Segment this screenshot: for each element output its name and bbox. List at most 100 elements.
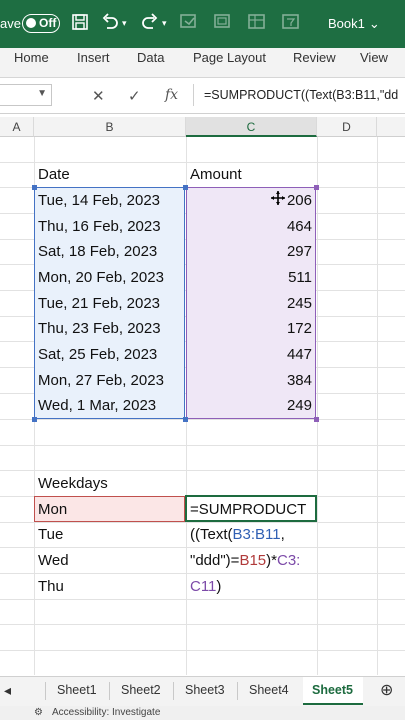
- tab-home[interactable]: Home: [14, 50, 49, 65]
- sheet-tab-5[interactable]: Sheet5: [312, 683, 353, 697]
- tab-view[interactable]: View: [360, 50, 388, 65]
- grid-line: [377, 137, 378, 675]
- range-handle[interactable]: [32, 417, 37, 422]
- grid-line: [0, 599, 405, 600]
- amount-cell[interactable]: 249: [190, 393, 312, 418]
- tab-divider: [173, 682, 174, 700]
- formula-edit-line[interactable]: C11): [190, 574, 221, 599]
- formula-token: "ddd")=: [190, 552, 240, 569]
- sheet-tab-4[interactable]: Sheet4: [249, 683, 289, 697]
- weekday-cell[interactable]: Tue: [38, 522, 63, 547]
- redo-icon[interactable]: [140, 12, 162, 34]
- toggle-knob: [26, 18, 36, 28]
- formula-ref-b3-b11: B3:B11: [232, 526, 281, 543]
- tab-review[interactable]: Review: [293, 50, 336, 65]
- tab-page-layout[interactable]: Page Layout: [193, 50, 266, 65]
- date-cell[interactable]: Tue, 14 Feb, 2023: [38, 188, 160, 213]
- tab-divider: [237, 682, 238, 700]
- weekday-cell[interactable]: Wed: [38, 548, 69, 573]
- date-cell[interactable]: Thu, 23 Feb, 2023: [38, 316, 161, 341]
- scroll-left-icon[interactable]: ◂: [4, 682, 11, 699]
- formula-bar: ▼ ✕ ✓ fx =SUMPRODUCT((Text(B3:B11,"dd: [0, 78, 405, 114]
- column-header-b[interactable]: B: [34, 117, 186, 137]
- formula-bar-separator: [193, 84, 194, 106]
- amount-cell[interactable]: 172: [190, 316, 312, 341]
- amount-cell[interactable]: 384: [190, 368, 312, 393]
- amount-cell[interactable]: 245: [190, 291, 312, 316]
- accessibility-status[interactable]: Accessibility: Investigate: [52, 707, 160, 718]
- date-cell[interactable]: Sat, 25 Feb, 2023: [38, 342, 157, 367]
- cell-c2-header[interactable]: Amount: [190, 162, 242, 187]
- tab-divider: [109, 682, 110, 700]
- formula-ref-c3: C3:: [276, 552, 301, 569]
- paste-icon[interactable]: [212, 12, 234, 34]
- amount-cell[interactable]: 447: [190, 342, 312, 367]
- status-bar: ⚙ Accessibility: Investigate: [0, 706, 405, 720]
- enter-icon[interactable]: ✓: [128, 87, 141, 105]
- save-icon[interactable]: [70, 12, 92, 34]
- undo-icon[interactable]: [100, 12, 122, 34]
- column-header-a[interactable]: A: [0, 117, 34, 137]
- table-icon[interactable]: [246, 12, 268, 34]
- weekdays-header[interactable]: Weekdays: [38, 471, 108, 496]
- tab-divider: [45, 682, 46, 700]
- sheet-tab-3[interactable]: Sheet3: [185, 683, 225, 697]
- weekday-cell[interactable]: Mon: [38, 497, 67, 522]
- column-header-d[interactable]: D: [317, 117, 377, 137]
- formula-input[interactable]: =SUMPRODUCT((Text(B3:B11,"dd: [204, 88, 405, 102]
- range-handle[interactable]: [314, 417, 319, 422]
- range-handle[interactable]: [183, 417, 188, 422]
- column-header-c[interactable]: C: [186, 117, 317, 137]
- range-handle[interactable]: [32, 185, 37, 190]
- formula-edit-line[interactable]: ((Text(B3:B11,: [190, 522, 285, 547]
- cancel-icon[interactable]: ✕: [92, 87, 105, 105]
- ribbon-tabs: Home Insert Data Page Layout Review View: [0, 48, 405, 78]
- insert-function-icon[interactable]: fx: [165, 87, 178, 103]
- sheet-tab-1[interactable]: Sheet1: [57, 683, 97, 697]
- amount-cell[interactable]: 297: [190, 239, 312, 264]
- range-handle[interactable]: [314, 185, 319, 190]
- workbook-name[interactable]: Book1 ⌄: [328, 16, 380, 32]
- grid-line: [0, 419, 405, 420]
- date-cell[interactable]: Wed, 1 Mar, 2023: [38, 393, 156, 418]
- sheet-tab-2[interactable]: Sheet2: [121, 683, 161, 697]
- date-cell[interactable]: Thu, 16 Feb, 2023: [38, 214, 161, 239]
- amount-cell[interactable]: 511: [190, 265, 312, 290]
- sheet-tab-bar: ◂ Sheet1 Sheet2 Sheet3 Sheet4 Sheet5 ⊕: [0, 676, 405, 706]
- autosave-label: ave: [0, 16, 21, 31]
- grid-line: [0, 624, 405, 625]
- add-sheet-icon[interactable]: ⊕: [380, 680, 393, 700]
- filter-icon[interactable]: [280, 12, 302, 34]
- accessibility-icon[interactable]: ⚙: [34, 707, 43, 718]
- formula-token: ): [216, 578, 222, 595]
- date-cell[interactable]: Tue, 21 Feb, 2023: [38, 291, 160, 316]
- date-cell[interactable]: Sat, 18 Feb, 2023: [38, 239, 157, 264]
- range-handle[interactable]: [183, 185, 188, 190]
- title-bar: ave Off ▾ ▾ Book1 ⌄: [0, 0, 405, 48]
- move-cursor-icon: [270, 190, 286, 206]
- grid-line: [0, 650, 405, 651]
- formula-token: ,: [280, 526, 285, 543]
- tab-data[interactable]: Data: [137, 50, 164, 65]
- amount-cell[interactable]: 464: [190, 214, 312, 239]
- formula-edit-line[interactable]: =SUMPRODUCT: [190, 497, 306, 522]
- tab-insert[interactable]: Insert: [77, 50, 110, 65]
- grid-line: [0, 445, 405, 446]
- formula-edit-line[interactable]: "ddd")=B15)*C3:: [190, 548, 300, 573]
- name-box[interactable]: ▼: [0, 84, 52, 106]
- cell-b2-header[interactable]: Date: [38, 162, 70, 187]
- formula-token: )*: [266, 552, 277, 569]
- copy-icon[interactable]: [178, 12, 200, 34]
- workbook-name-label: Book1: [328, 16, 365, 31]
- amount-cell[interactable]: 206: [190, 188, 312, 213]
- formula-ref-b15: B15: [239, 552, 267, 569]
- date-cell[interactable]: Mon, 20 Feb, 2023: [38, 265, 164, 290]
- column-header-e[interactable]: [377, 117, 405, 137]
- autosave-toggle[interactable]: Off: [22, 14, 60, 33]
- toggle-label: Off: [39, 16, 57, 30]
- weekday-cell[interactable]: Thu: [38, 574, 64, 599]
- grid-line: [317, 137, 318, 675]
- date-cell[interactable]: Mon, 27 Feb, 2023: [38, 368, 164, 393]
- formula-ref-c11: C11: [190, 578, 217, 595]
- formula-token: ((Text(: [190, 526, 233, 543]
